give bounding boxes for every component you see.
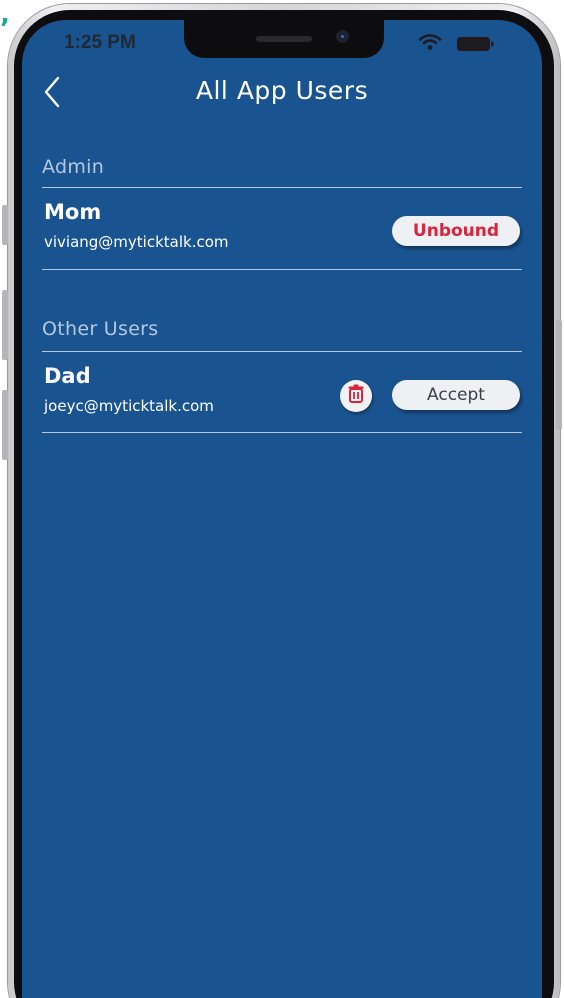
phone-notch <box>184 20 384 58</box>
wifi-icon <box>418 33 442 51</box>
phone-power-button <box>556 320 562 430</box>
section-header-other-users: Other Users <box>42 318 159 340</box>
notch-speaker <box>256 36 312 42</box>
row-divider <box>42 269 522 270</box>
delete-user-button[interactable] <box>340 380 372 412</box>
phone-volume-up-button <box>2 290 8 360</box>
status-time: 1:25 PM <box>64 32 136 53</box>
user-name: Mom <box>44 200 102 224</box>
section-divider <box>42 351 522 352</box>
page-title: All App Users <box>195 76 369 105</box>
section-divider <box>42 187 522 188</box>
user-email: joeyc@myticktalk.com <box>44 397 214 415</box>
screenshot-stage: ’ 1:25 PM All App Users Admin Mom vivian… <box>0 0 564 998</box>
app-screen: 1:25 PM All App Users Admin Mom viviang@… <box>22 20 542 998</box>
section-header-admin: Admin <box>42 156 105 178</box>
trash-icon <box>347 384 365 408</box>
status-bar: 1:25 PM <box>22 20 542 66</box>
phone-mute-switch <box>2 205 8 245</box>
front-camera <box>338 32 347 41</box>
phone-volume-down-button <box>2 390 8 460</box>
stray-mark: ’ <box>0 14 10 44</box>
unbound-button[interactable]: Unbound <box>392 216 520 246</box>
user-email: viviang@myticktalk.com <box>44 233 229 251</box>
battery-icon <box>457 36 495 51</box>
navigation-bar: All App Users <box>22 70 542 120</box>
row-divider <box>42 432 522 433</box>
user-name: Dad <box>44 364 91 388</box>
accept-button[interactable]: Accept <box>392 380 520 410</box>
